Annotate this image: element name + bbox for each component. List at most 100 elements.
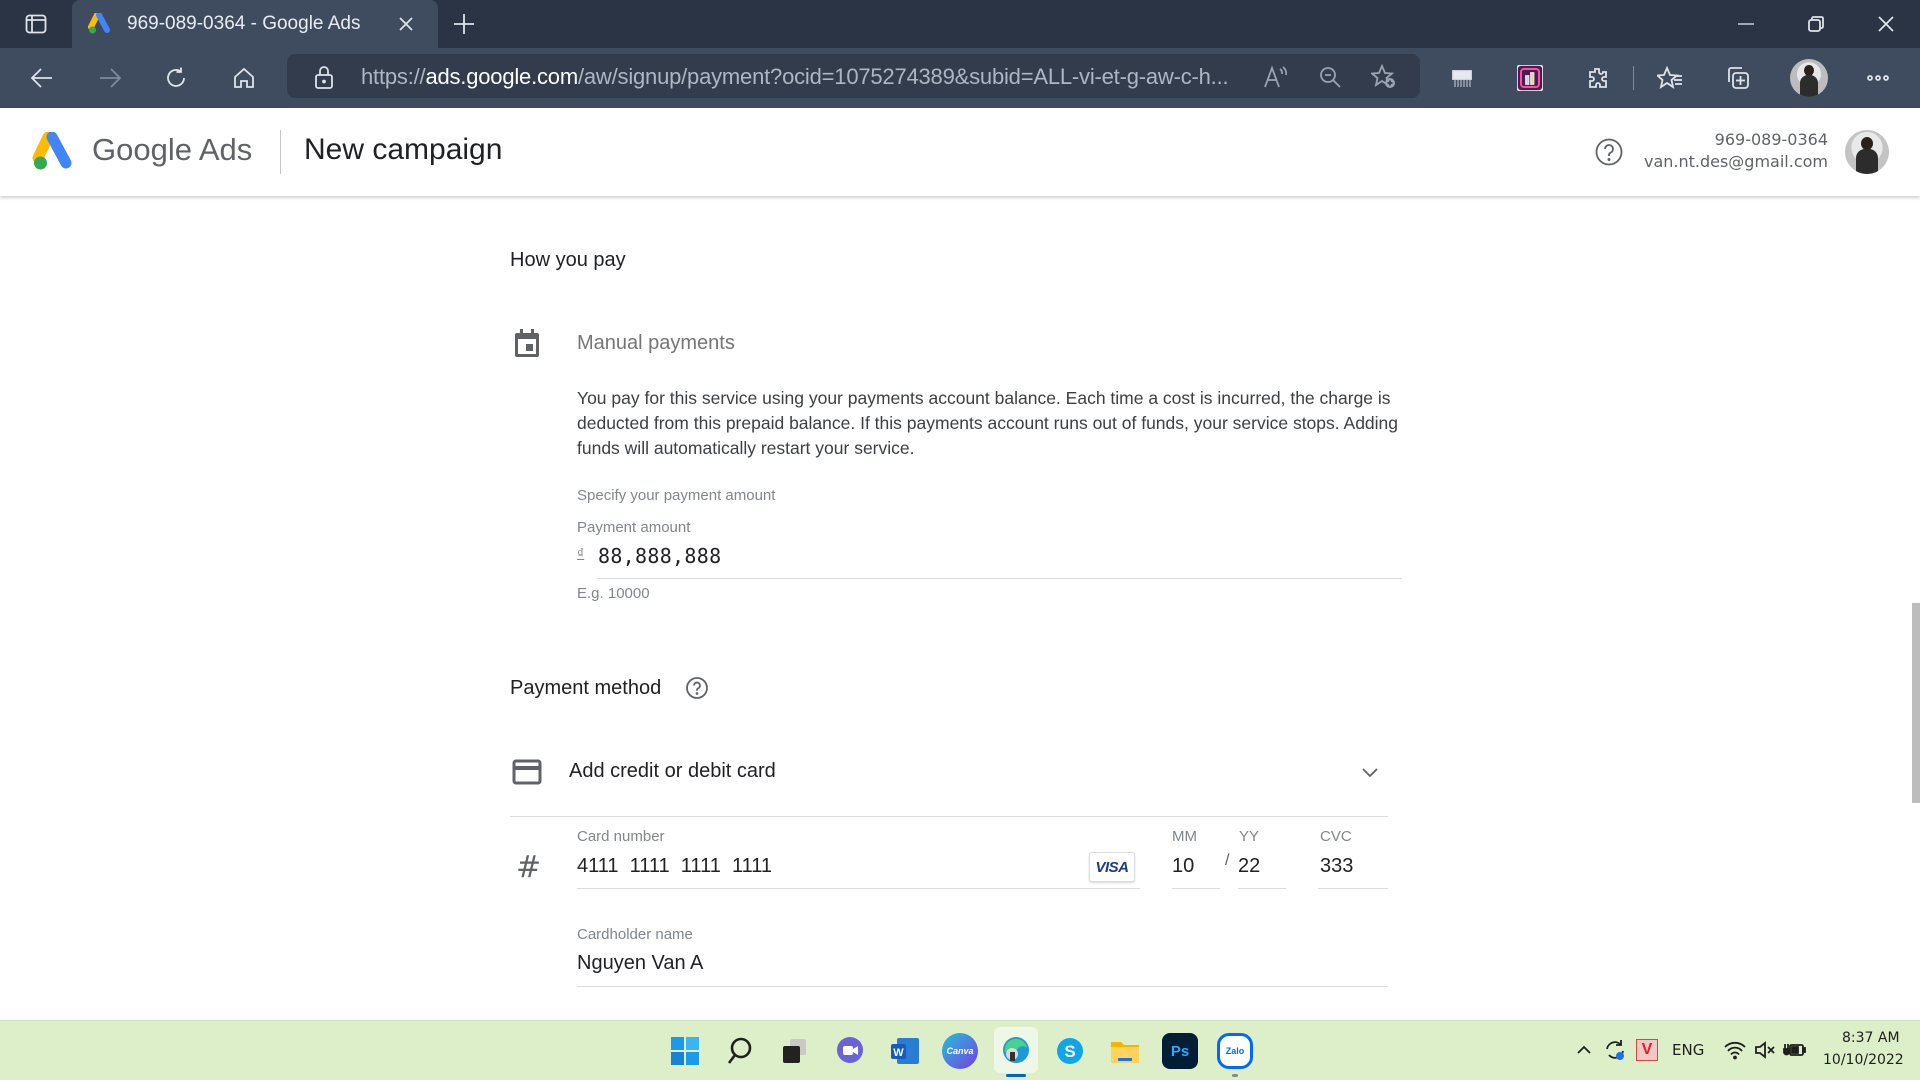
cardholder-label: Cardholder name xyxy=(577,926,693,943)
add-card-label: Add credit or debit card xyxy=(569,760,776,782)
cardholder-input[interactable]: Nguyen Van A xyxy=(577,952,703,975)
active-tab[interactable]: 969-089-0364 - Google Ads xyxy=(72,0,438,48)
zalo-running-indicator xyxy=(1232,1074,1238,1077)
volume-muted-icon[interactable] xyxy=(1752,1037,1778,1063)
card-number-input[interactable]: 4111 1111 1111 1111 xyxy=(577,855,772,878)
add-favorite-icon[interactable] xyxy=(1369,62,1399,92)
wifi-icon[interactable] xyxy=(1722,1037,1748,1063)
tab-actions-icon[interactable] xyxy=(20,10,52,38)
zalo-label: Zalo xyxy=(1225,1046,1245,1056)
payment-amount-field[interactable]: ₫ 88,888,888 xyxy=(577,540,1402,578)
photoshop-label: Ps xyxy=(1170,1042,1190,1060)
brand-name[interactable]: Google Ads xyxy=(92,132,252,168)
read-aloud-icon[interactable] xyxy=(1261,62,1291,92)
google-ads-favicon xyxy=(88,12,112,40)
url-prefix: https:// xyxy=(361,64,426,89)
page-title: New campaign xyxy=(304,133,503,166)
photoshop-icon[interactable]: Ps xyxy=(1162,1033,1198,1069)
payment-setup-page: How you pay Manual payments You pay for … xyxy=(0,196,1920,1020)
collections-icon[interactable] xyxy=(1722,62,1754,94)
expiry-month-input[interactable]: 10 xyxy=(1172,855,1194,878)
visa-card-badge: VISA xyxy=(1089,852,1135,882)
credit-card-icon xyxy=(512,759,542,790)
manual-payments-description: You pay for this service using your paym… xyxy=(577,388,1399,458)
more-menu-icon[interactable] xyxy=(1862,62,1894,94)
tab-title: 969-089-0364 - Google Ads xyxy=(127,13,361,34)
add-card-row[interactable]: Add credit or debit card xyxy=(510,746,1388,800)
canva-icon[interactable]: Canva xyxy=(942,1033,978,1069)
sync-icon[interactable] xyxy=(1602,1037,1628,1063)
google-ads-logo-icon[interactable] xyxy=(32,131,74,177)
close-tab-icon[interactable] xyxy=(394,12,418,36)
cardholder-underline xyxy=(577,986,1388,987)
battery-charging-icon[interactable] xyxy=(1782,1037,1808,1063)
account-avatar[interactable] xyxy=(1845,130,1889,174)
new-tab-icon[interactable] xyxy=(450,10,478,38)
cvc-input[interactable]: 333 xyxy=(1320,855,1353,878)
yy-label: YY xyxy=(1239,828,1260,845)
payment-method-heading: Payment method xyxy=(510,677,662,699)
teams-meet-icon[interactable] xyxy=(832,1033,868,1069)
restore-icon[interactable] xyxy=(1800,10,1832,38)
minimize-icon[interactable] xyxy=(1730,10,1762,38)
how-you-pay-heading: How you pay xyxy=(510,249,626,271)
word-label: W xyxy=(893,1047,904,1059)
chevron-down-icon[interactable] xyxy=(1358,762,1382,784)
language-indicator[interactable]: ENG xyxy=(1672,1041,1704,1059)
payment-amount-input[interactable]: 88,888,888 xyxy=(598,544,721,568)
back-icon[interactable] xyxy=(24,62,60,94)
account-email[interactable]: van.nt.des@gmail.com xyxy=(1644,152,1828,171)
canva-label: Canva xyxy=(946,1046,974,1056)
header-divider xyxy=(280,130,281,174)
browser-toolbar: https://ads.google.com/aw/signup/payment… xyxy=(0,48,1920,108)
page-scrollbar-thumb[interactable] xyxy=(1912,603,1920,803)
card-number-underline xyxy=(577,888,1140,889)
word-icon[interactable]: W xyxy=(887,1033,923,1069)
file-explorer-icon[interactable] xyxy=(1107,1033,1143,1069)
address-bar[interactable]: https://ads.google.com/aw/signup/payment… xyxy=(287,54,1420,98)
forward-icon[interactable] xyxy=(92,62,128,94)
account-phone[interactable]: 969-089-0364 xyxy=(1715,130,1828,149)
payment-amount-underline xyxy=(597,578,1402,579)
url-text[interactable]: https://ads.google.com/aw/signup/payment… xyxy=(361,64,1229,90)
expiry-separator: / xyxy=(1225,852,1230,869)
card-brand-text: VISA xyxy=(1095,858,1129,876)
skype-label: S xyxy=(1064,1042,1075,1061)
lock-icon[interactable] xyxy=(311,64,337,90)
expiry-year-input[interactable]: 22 xyxy=(1238,855,1260,878)
skype-icon[interactable]: S xyxy=(1052,1033,1088,1069)
vietkey-icon[interactable]: V xyxy=(1636,1039,1658,1061)
card-number-label: Card number xyxy=(577,828,665,845)
zalo-icon[interactable]: Zalo xyxy=(1217,1033,1253,1069)
help-icon[interactable] xyxy=(1592,135,1626,169)
card-number-hash-icon: # xyxy=(516,850,542,885)
expiry-month-underline xyxy=(1172,888,1220,889)
url-path: /aw/signup/payment?ocid=1075274389&subid… xyxy=(577,64,1229,89)
task-view-icon[interactable] xyxy=(777,1033,813,1069)
specify-amount-label: Specify your payment amount xyxy=(577,487,776,504)
search-icon[interactable] xyxy=(722,1033,758,1069)
start-icon[interactable] xyxy=(667,1033,703,1069)
payment-amount-hint: E.g. 10000 xyxy=(577,585,650,602)
clock-time[interactable]: 8:37 AM xyxy=(1842,1030,1900,1046)
home-icon[interactable] xyxy=(226,62,262,94)
profile-avatar[interactable] xyxy=(1790,59,1828,97)
expiry-year-underline xyxy=(1238,888,1286,889)
favorites-icon[interactable] xyxy=(1654,62,1686,94)
close-window-icon[interactable] xyxy=(1870,10,1902,38)
manual-payments-option: Manual payments xyxy=(577,332,735,354)
clock-date[interactable]: 10/10/2022 xyxy=(1823,1052,1904,1068)
shredder-extension-icon[interactable] xyxy=(1446,62,1478,94)
payment-amount-label: Payment amount xyxy=(577,519,691,536)
show-hidden-icons-icon[interactable] xyxy=(1574,1039,1594,1061)
zoom-out-icon[interactable] xyxy=(1315,62,1345,92)
toolbar-divider xyxy=(1633,66,1634,90)
mm-label: MM xyxy=(1172,828,1197,845)
analytics-extension-icon[interactable] xyxy=(1514,62,1546,94)
refresh-icon[interactable] xyxy=(158,62,194,94)
extensions-icon[interactable] xyxy=(1582,62,1614,94)
currency-symbol: ₫ xyxy=(577,545,585,561)
payment-method-help-icon[interactable] xyxy=(684,675,710,701)
windows-taskbar: W Canva S Ps Zalo V ENG 8:37 AM 10/10/20… xyxy=(0,1020,1920,1080)
edge-icon[interactable] xyxy=(994,1027,1038,1073)
